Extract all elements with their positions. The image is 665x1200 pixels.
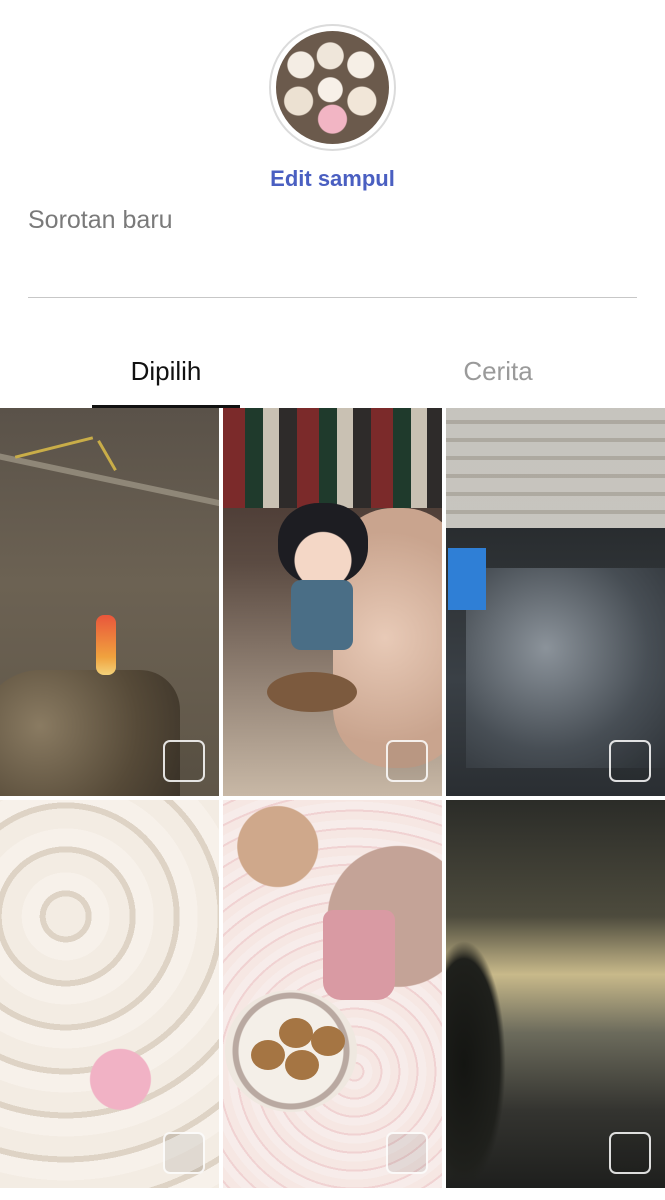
photo-mugs[interactable] <box>0 800 219 1188</box>
screen-shape <box>448 548 486 610</box>
highlight-cover-image <box>276 31 389 144</box>
highlight-cover[interactable] <box>269 24 396 151</box>
figurine-head <box>278 503 368 585</box>
select-checkbox[interactable] <box>386 740 428 782</box>
sleeve-shape <box>0 670 180 796</box>
road-marking <box>97 440 117 471</box>
tab-bar: Dipilih Cerita <box>0 350 665 408</box>
road-marking <box>14 436 94 459</box>
shelf-shape <box>446 408 665 528</box>
select-checkbox[interactable] <box>609 740 651 782</box>
edit-cover-button[interactable]: Edit sampul <box>0 166 665 192</box>
cookie-shape <box>279 1018 313 1048</box>
counter-shape <box>466 568 665 768</box>
tab-stories[interactable]: Cerita <box>430 350 566 408</box>
popsicle-shape <box>96 615 116 675</box>
books-shape <box>223 408 442 508</box>
highlight-name-input[interactable] <box>28 206 637 298</box>
select-checkbox[interactable] <box>609 1132 651 1174</box>
tree-shape <box>446 940 506 1188</box>
photo-coffee-cookies[interactable] <box>223 800 442 1188</box>
figurine-base <box>267 672 357 712</box>
photo-kitchen[interactable] <box>446 408 665 796</box>
figurine-body <box>291 580 353 650</box>
select-checkbox[interactable] <box>163 740 205 782</box>
cookie-shape <box>311 1026 345 1056</box>
select-checkbox[interactable] <box>163 1132 205 1174</box>
select-checkbox[interactable] <box>386 1132 428 1174</box>
cookie-shape <box>285 1050 319 1080</box>
photo-sky[interactable] <box>446 800 665 1188</box>
photo-figurine[interactable] <box>223 408 442 796</box>
tab-selected[interactable]: Dipilih <box>92 350 240 408</box>
mug-shape <box>323 910 395 1000</box>
photo-street-popsicle[interactable] <box>0 408 219 796</box>
cookie-shape <box>251 1040 285 1070</box>
